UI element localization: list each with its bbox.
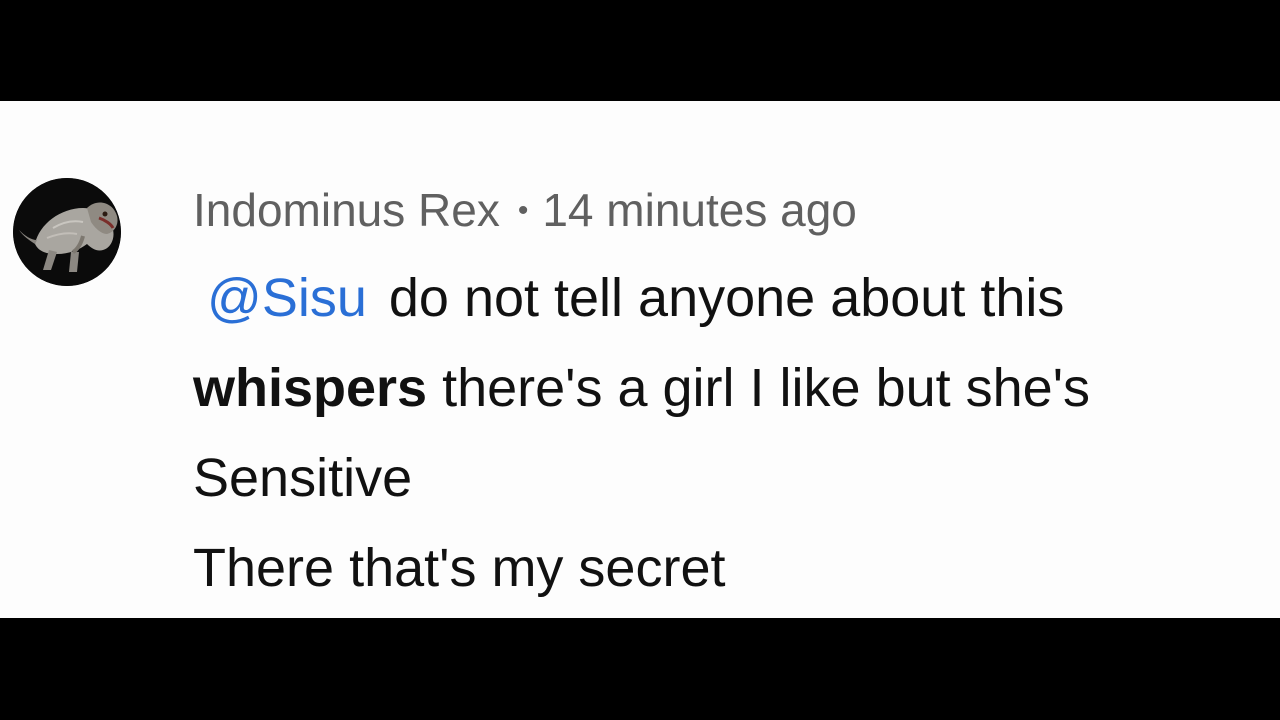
video-frame: Indominus Rex • 14 minutes ago @Sisu do not… (0, 0, 1280, 720)
user-avatar[interactable] (13, 178, 121, 286)
dinosaur-avatar-icon (13, 178, 121, 286)
comment-meta: Indominus Rex • 14 minutes ago (193, 183, 857, 238)
mention-link[interactable]: @Sisu (207, 268, 367, 328)
comment-line-1: @Sisu do not tell anyone about this (193, 267, 1064, 329)
comment-line-3: Sensitive (193, 448, 413, 508)
comment-bold-word: whispers (193, 358, 428, 418)
comment-card: Indominus Rex • 14 minutes ago @Sisu do not… (0, 101, 1280, 618)
comment-line-2: whispers there's a girl I like but she's (193, 357, 1090, 419)
letterbox-top (0, 0, 1280, 101)
comment-text-line-1: do not tell anyone about this (388, 268, 1065, 328)
meta-separator: • (517, 194, 529, 227)
letterbox-bottom (0, 618, 1280, 720)
comment-line-4: There that's my secret (193, 538, 726, 598)
comment-timestamp[interactable]: 14 minutes ago (542, 184, 857, 236)
comment-text-line-2: there's a girl I like but she's (427, 358, 1091, 418)
author-name[interactable]: Indominus Rex (193, 184, 500, 236)
